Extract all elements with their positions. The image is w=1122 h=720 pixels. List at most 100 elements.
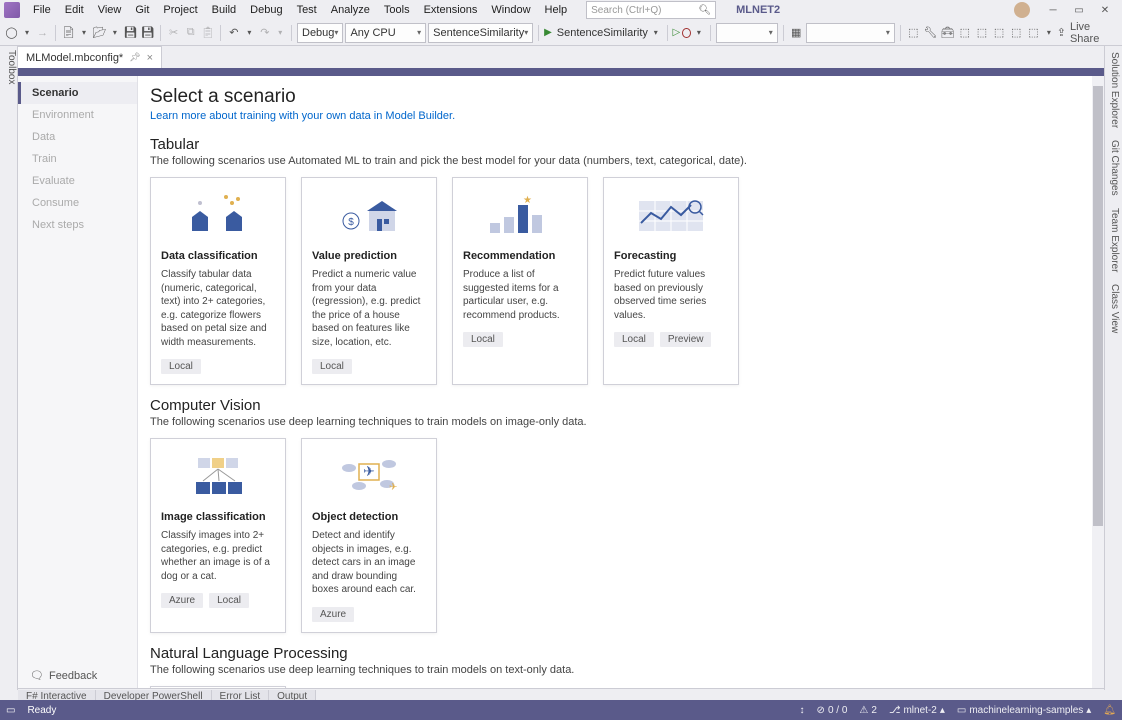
card-forecasting[interactable]: Forecasting Predict future values based …	[603, 177, 739, 385]
card-title: Image classification	[161, 511, 275, 523]
menu-test[interactable]: Test	[290, 2, 324, 18]
tb-overflow[interactable]: ▾	[1043, 24, 1055, 42]
card-desc: Predict a numeric value from your data (…	[312, 268, 426, 349]
menu-file[interactable]: File	[26, 2, 58, 18]
copy-button[interactable]: ⧉	[183, 24, 198, 42]
empty-combo-2[interactable]: ▾	[806, 23, 895, 43]
tool-button[interactable]: ▦	[789, 24, 804, 42]
git-changes-tab[interactable]: Git Changes	[1105, 134, 1122, 202]
live-share-button[interactable]: ⇪ Live Share	[1057, 21, 1118, 45]
sidebar-item-consume[interactable]: Consume	[18, 192, 137, 214]
open-dropdown[interactable]: ▾	[109, 24, 121, 42]
section-heading-cv: Computer Vision	[150, 397, 1074, 414]
tb-6[interactable]: ⬚	[992, 24, 1007, 42]
document-tabstrip: MLModel.mbconfig* 📌︎ ×	[18, 46, 1104, 68]
menu-git[interactable]: Git	[128, 2, 156, 18]
sidebar-item-train[interactable]: Train	[18, 148, 137, 170]
platform-combo[interactable]: Any CPU▾	[345, 23, 426, 43]
document-tab[interactable]: MLModel.mbconfig* 📌︎ ×	[18, 46, 162, 68]
status-notifications[interactable]: 🔔︎	[1103, 705, 1116, 716]
sidebar-item-evaluate[interactable]: Evaluate	[18, 170, 137, 192]
nav-back-button[interactable]: ◯	[4, 24, 19, 42]
menu-extensions[interactable]: Extensions	[417, 2, 485, 18]
svg-text:✈: ✈	[363, 463, 375, 479]
config-combo[interactable]: Debug▾	[297, 23, 343, 43]
menu-window[interactable]: Window	[484, 2, 537, 18]
tb-4[interactable]: ⬚	[957, 24, 972, 42]
card-title: Value prediction	[312, 250, 426, 262]
feedback-link[interactable]: 🗨︎ Feedback	[18, 661, 137, 690]
menu-build[interactable]: Build	[205, 2, 243, 18]
nav-fwd-button[interactable]: →	[35, 24, 50, 42]
minimize-button[interactable]: ─	[1040, 1, 1066, 19]
close-button[interactable]: ✕	[1092, 1, 1118, 19]
undo-dropdown[interactable]: ▾	[243, 24, 255, 42]
hot-reload-dropdown[interactable]: ▾	[693, 24, 705, 42]
status-branch[interactable]: ⎇ mlnet-2 ▴	[889, 705, 945, 716]
section-heading-nlp: Natural Language Processing	[150, 645, 1074, 662]
title-bar: File Edit View Git Project Build Debug T…	[0, 0, 1122, 20]
menu-project[interactable]: Project	[156, 2, 204, 18]
card-image-classification[interactable]: Image classification Classify images int…	[150, 438, 286, 633]
menu-view[interactable]: View	[91, 2, 129, 18]
save-button[interactable]: 💾︎	[123, 24, 138, 42]
paste-button[interactable]: 📋︎	[200, 24, 215, 42]
start-debug-label[interactable]: SentenceSimilarity	[557, 27, 648, 39]
status-repo[interactable]: ▭ machinelearning-samples ▴	[957, 705, 1091, 716]
maximize-button[interactable]: ▭	[1066, 1, 1092, 19]
pin-icon[interactable]: 📌︎	[129, 52, 140, 63]
tb-3[interactable]: 🧰︎	[940, 24, 955, 42]
card-value-prediction[interactable]: $ Value prediction Predict a numeric val…	[301, 177, 437, 385]
learn-more-link[interactable]: Learn more about training with your own …	[150, 110, 1074, 122]
redo-button[interactable]: ↷	[257, 24, 272, 42]
sidebar-item-environment[interactable]: Environment	[18, 104, 137, 126]
toolbox-tab[interactable]: Toolbox	[0, 46, 18, 690]
document-body: Scenario Environment Data Train Evaluate…	[18, 76, 1104, 690]
tb-5[interactable]: ⬚	[974, 24, 989, 42]
team-explorer-tab[interactable]: Team Explorer	[1105, 202, 1122, 278]
cut-button[interactable]: ✂︎	[166, 24, 181, 42]
start-nodebug-button[interactable]: ▷	[673, 27, 681, 38]
card-object-detection[interactable]: ✈✈ Object detection Detect and identify …	[301, 438, 437, 633]
tb-1[interactable]: ⬚	[906, 24, 921, 42]
solution-explorer-tab[interactable]: Solution Explorer	[1105, 46, 1122, 134]
vertical-scrollbar[interactable]	[1092, 76, 1104, 690]
status-source-control[interactable]: ↕	[800, 705, 805, 716]
nav-back-dropdown[interactable]: ▾	[21, 24, 33, 42]
new-project-button[interactable]: 📄︎	[61, 24, 76, 42]
open-button[interactable]: 📂︎	[92, 24, 107, 42]
badge-azure: Azure	[161, 593, 203, 608]
menu-debug[interactable]: Debug	[243, 2, 289, 18]
tb-7[interactable]: ⬚	[1009, 24, 1024, 42]
startup-combo[interactable]: SentenceSimilarity▾	[428, 23, 533, 43]
user-avatar[interactable]	[1014, 2, 1030, 18]
search-input[interactable]: Search (Ctrl+Q) 🔍︎	[586, 1, 716, 19]
new-project-dropdown[interactable]: ▾	[78, 24, 90, 42]
empty-combo-1[interactable]: ▾	[716, 23, 778, 43]
menu-tools[interactable]: Tools	[377, 2, 417, 18]
tb-2[interactable]: 🔧︎	[923, 24, 938, 42]
search-icon: 🔍︎	[698, 5, 711, 16]
sidebar-item-data[interactable]: Data	[18, 126, 137, 148]
card-data-classification[interactable]: Data classification Classify tabular dat…	[150, 177, 286, 385]
status-warnings[interactable]: ⚠ 2	[859, 705, 877, 716]
card-recommendation[interactable]: ★ Recommendation Produce a list of sugge…	[452, 177, 588, 385]
save-all-button[interactable]: 💾︎	[140, 24, 155, 42]
menu-help[interactable]: Help	[538, 2, 575, 18]
status-errors[interactable]: ⊘ 0 / 0	[817, 705, 848, 716]
scrollbar-thumb[interactable]	[1093, 86, 1103, 526]
card-title: Object detection	[312, 511, 426, 523]
sidebar-item-nextsteps[interactable]: Next steps	[18, 214, 137, 236]
start-debug-dropdown[interactable]: ▾	[650, 24, 662, 42]
card-desc: Detect and identify objects in images, e…	[312, 529, 426, 597]
menu-edit[interactable]: Edit	[58, 2, 91, 18]
undo-button[interactable]: ↶	[226, 24, 241, 42]
hot-reload-button[interactable]	[682, 28, 691, 38]
close-tab-button[interactable]: ×	[147, 52, 153, 64]
redo-dropdown[interactable]: ▾	[274, 24, 286, 42]
menu-analyze[interactable]: Analyze	[324, 2, 377, 18]
tb-8[interactable]: ⬚	[1026, 24, 1041, 42]
class-view-tab[interactable]: Class View	[1105, 278, 1122, 339]
start-debug-button[interactable]: ▶	[544, 27, 552, 38]
sidebar-item-scenario[interactable]: Scenario	[18, 82, 137, 104]
